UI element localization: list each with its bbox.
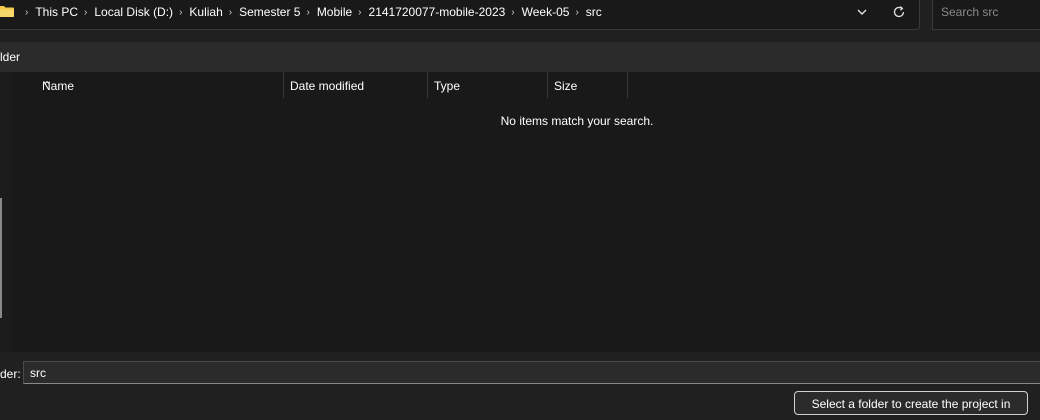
column-header-date-modified[interactable]: Date modified: [284, 72, 428, 98]
breadcrumb-kuliah[interactable]: Kuliah: [189, 5, 222, 19]
folder-field[interactable]: src: [23, 361, 1040, 384]
chevron-right-icon[interactable]: ›: [25, 7, 28, 18]
column-header-date-label: Date modified: [290, 79, 365, 93]
search-input[interactable]: Search src: [932, 0, 1040, 30]
select-folder-button[interactable]: Select a folder to create the project in: [794, 391, 1028, 415]
chevron-right-icon[interactable]: ›: [84, 7, 87, 18]
folder-icon: [0, 5, 15, 21]
breadcrumb-this-pc[interactable]: This PC: [35, 5, 78, 19]
breadcrumb-src[interactable]: src: [586, 5, 602, 19]
command-bar: lder: [0, 42, 1040, 72]
folder-field-label: der:: [0, 367, 21, 381]
column-header-name[interactable]: ⌃ Name: [12, 72, 284, 98]
breadcrumb: › This PC › Local Disk (D:) › Kuliah › S…: [19, 0, 602, 27]
chevron-right-icon[interactable]: ›: [229, 7, 232, 18]
breadcrumb-mobile[interactable]: Mobile: [317, 5, 352, 19]
dialog-footer: der: src Select a folder to create the p…: [0, 352, 1040, 420]
breadcrumb-local-disk[interactable]: Local Disk (D:): [94, 5, 173, 19]
chevron-right-icon[interactable]: ›: [179, 7, 182, 18]
chevron-right-icon[interactable]: ›: [575, 7, 578, 18]
file-list[interactable]: ⌃ Name Date modified Type Size No items …: [12, 72, 1040, 352]
new-folder-button[interactable]: lder: [0, 50, 20, 64]
column-header-size-label: Size: [554, 79, 578, 93]
chevron-right-icon[interactable]: ›: [511, 7, 514, 18]
column-header-name-label: Name: [42, 79, 75, 93]
refresh-icon[interactable]: [891, 4, 907, 20]
column-header-type[interactable]: Type: [428, 72, 548, 98]
address-bar[interactable]: › This PC › Local Disk (D:) › Kuliah › S…: [0, 0, 920, 30]
column-header-type-label: Type: [434, 79, 461, 93]
chevron-down-icon[interactable]: [855, 5, 869, 19]
breadcrumb-semester-5[interactable]: Semester 5: [239, 5, 300, 19]
navigation-scrollbar[interactable]: [0, 198, 2, 318]
address-row: › This PC › Local Disk (D:) › Kuliah › S…: [0, 0, 1040, 38]
folder-field-value: src: [30, 366, 46, 380]
empty-list-message: No items match your search.: [500, 114, 654, 128]
column-header-size[interactable]: Size: [548, 72, 628, 98]
chevron-right-icon[interactable]: ›: [306, 7, 309, 18]
chevron-right-icon[interactable]: ›: [358, 7, 361, 18]
search-placeholder: Search src: [941, 5, 999, 19]
breadcrumb-repo[interactable]: 2141720077-mobile-2023: [369, 5, 506, 19]
breadcrumb-week-05[interactable]: Week-05: [522, 5, 570, 19]
